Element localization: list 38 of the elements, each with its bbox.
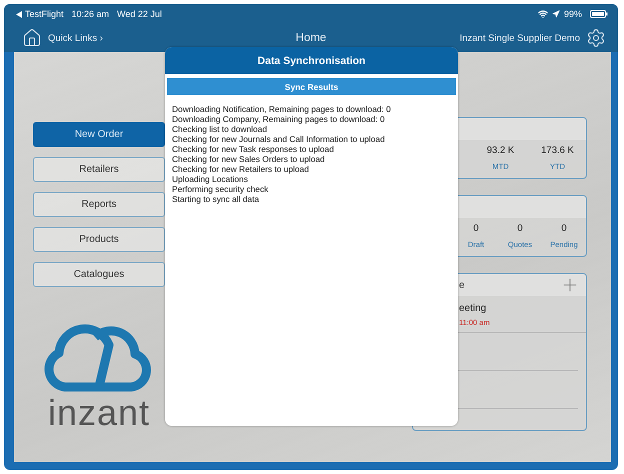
stat-value: 173.6 K — [541, 145, 574, 156]
log-line: Downloading Notification, Remaining pages to download: 0 — [172, 104, 392, 114]
event-title[interactable]: eeting — [459, 303, 586, 314]
back-app-label[interactable]: TestFlight — [25, 9, 64, 19]
location-arrow-icon — [552, 10, 560, 18]
log-line: Checking for new Sales Orders to upload — [172, 154, 326, 164]
status-time: 10:26 am — [72, 9, 110, 19]
settings-icon[interactable] — [586, 28, 606, 48]
stat-value: 0 — [473, 223, 479, 234]
menu-button[interactable]: Reports — [33, 192, 165, 217]
stat-value: 0 — [561, 223, 567, 234]
section-header: Sync Results — [167, 78, 456, 95]
menu-button[interactable]: Products — [33, 227, 165, 252]
card-title: e — [459, 280, 466, 290]
battery-percent: 99% — [564, 9, 582, 19]
account-name: Inzant Single Supplier Demo — [460, 32, 580, 44]
wifi-icon — [538, 9, 548, 19]
quick-links-link[interactable]: Quick Links › — [48, 32, 103, 44]
log-line: Downloading Company, Remaining pages to download: 0 — [172, 114, 386, 124]
menu-button[interactable]: New Order — [33, 122, 165, 147]
log-line: Uploading Locations — [172, 174, 249, 184]
status-date: Wed 22 Jul — [117, 9, 162, 19]
log-line: Checking for new Retailers to upload — [172, 164, 310, 174]
log-line: Checking for new Task responses to upload — [172, 144, 335, 154]
menu-button[interactable]: Retailers — [33, 157, 165, 182]
logo-text: inzant — [48, 395, 150, 431]
stat-value: 93.2 K — [486, 145, 514, 156]
nav-title: Home — [296, 32, 326, 44]
battery-icon — [590, 10, 608, 18]
back-arrow-icon[interactable] — [16, 10, 22, 18]
stat-value: 0 — [517, 223, 523, 234]
menu-button[interactable]: Catalogues — [33, 262, 165, 287]
home-icon[interactable] — [22, 28, 42, 48]
log-line: Checking for new Journals and Call Information to upload — [172, 134, 386, 144]
dialog-title: Data Synchronisation — [165, 47, 458, 74]
log-line: Checking list to download — [172, 124, 268, 134]
log-line: Starting to sync all data — [172, 194, 260, 204]
log-line: Performing security check — [172, 184, 270, 194]
